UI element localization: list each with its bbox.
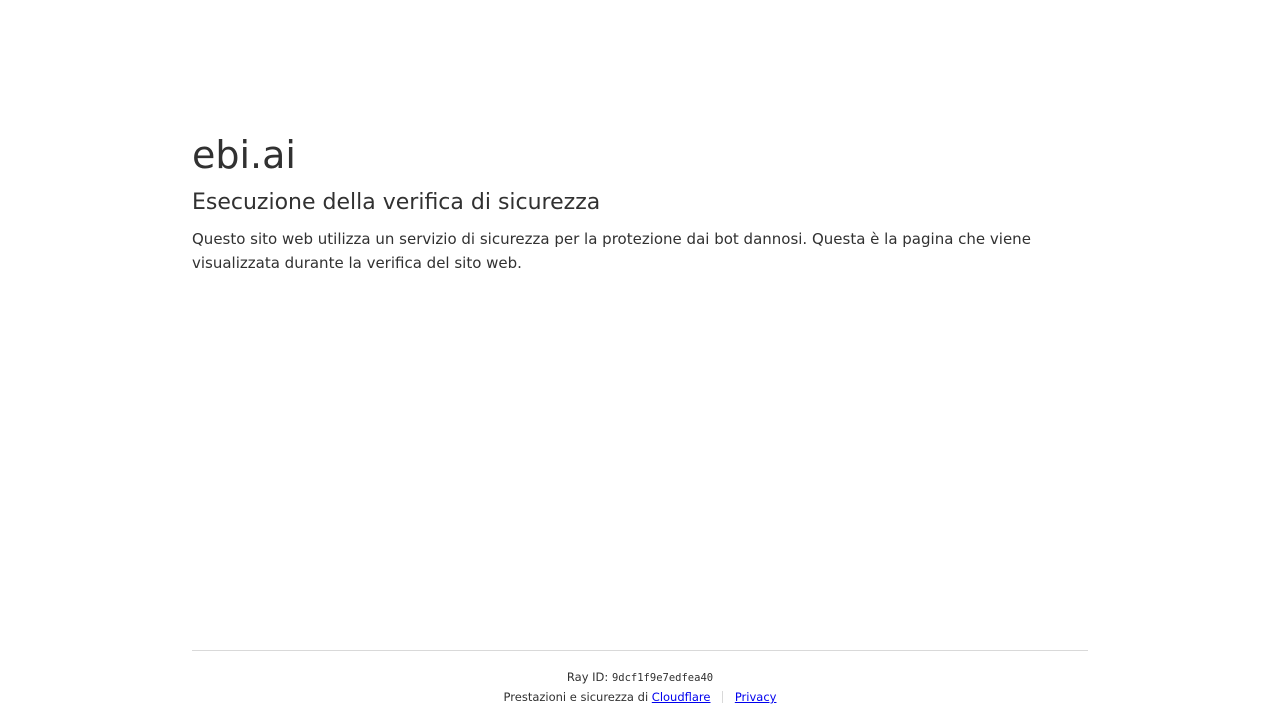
footer-separator bbox=[722, 691, 724, 703]
ray-id-value: 9dcf1f9e7edfea40 bbox=[611, 672, 714, 684]
main-content: ebi.ai Esecuzione della verifica di sicu… bbox=[192, 130, 1088, 275]
page-heading: Esecuzione della verifica di sicurezza bbox=[192, 190, 601, 215]
ray-id-label: Ray ID: bbox=[566, 670, 609, 684]
ray-id-row: Ray ID: 9dcf1f9e7edfea40 bbox=[192, 669, 1088, 686]
cloudflare-link[interactable]: Cloudflare bbox=[652, 690, 711, 704]
site-name: ebi.ai bbox=[192, 133, 296, 177]
privacy-link[interactable]: Privacy bbox=[735, 690, 777, 704]
performance-row: Prestazioni e sicurezza di Cloudflare Pr… bbox=[192, 689, 1088, 705]
page-description: Questo sito web utilizza un servizio di … bbox=[192, 230, 1031, 272]
performance-text: Prestazioni e sicurezza di bbox=[503, 690, 649, 704]
footer: Ray ID: 9dcf1f9e7edfea40 Prestazioni e s… bbox=[192, 650, 1088, 705]
